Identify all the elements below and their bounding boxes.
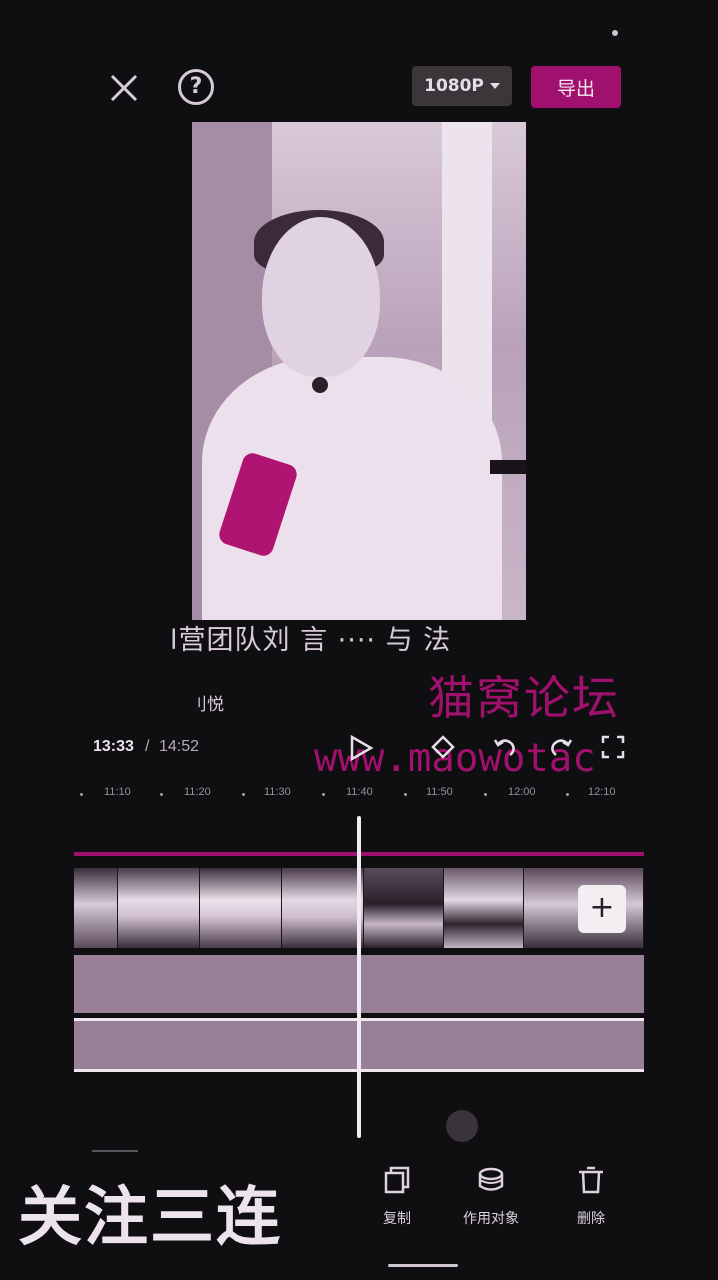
apply-target-button[interactable]: 作用对象 (446, 1160, 536, 1230)
ruler-label: 11:50 (426, 786, 453, 798)
watermark-text: 猫窝论坛 (428, 671, 620, 725)
copy-icon (384, 1166, 410, 1194)
trash-icon (579, 1166, 603, 1194)
clip-thumbnail (74, 868, 118, 948)
undo-button[interactable] (492, 734, 518, 760)
copy-label: 复制 (383, 1211, 411, 1227)
clip-thumbnail (118, 868, 200, 948)
redo-icon (551, 739, 573, 756)
time-ruler[interactable]: 11:10 11:20 11:30 11:40 11:50 12:00 12:1… (74, 786, 644, 806)
scroll-handle[interactable] (446, 1110, 478, 1142)
ruler-label: 11:40 (346, 786, 373, 798)
playhead[interactable] (357, 816, 361, 1138)
play-button[interactable] (348, 734, 374, 762)
caret-down-icon (489, 83, 500, 89)
resolution-select[interactable]: 1080P (412, 66, 512, 106)
ruler-label: 11:20 (184, 786, 211, 798)
play-icon (350, 734, 374, 762)
close-button[interactable] (106, 70, 142, 106)
layers-icon (478, 1167, 504, 1191)
keyframe-button[interactable] (430, 734, 456, 760)
close-icon (110, 74, 138, 102)
total-time: 14:52 (159, 738, 200, 755)
follow-banner: 关注三连 (18, 1181, 282, 1255)
ruler-label: 11:10 (104, 786, 131, 798)
video-subtitle: l营团队刘 言 ···· 与 法 (170, 625, 452, 656)
clip-thumbnail (364, 868, 444, 948)
copy-button[interactable]: 复制 (352, 1160, 442, 1230)
clip-thumbnail (282, 868, 364, 948)
undo-icon (493, 739, 515, 756)
resolution-value: 1080P (424, 76, 484, 96)
delete-label: 删除 (577, 1211, 605, 1227)
ruler-label: 12:00 (508, 786, 536, 798)
home-indicator[interactable] (388, 1264, 458, 1267)
ruler-label: 11:30 (264, 786, 291, 798)
fullscreen-button[interactable] (600, 734, 626, 760)
add-clip-button[interactable]: + (578, 885, 626, 933)
export-button[interactable]: 导出 (531, 66, 621, 108)
video-preview[interactable] (192, 122, 526, 620)
delete-button[interactable]: 删除 (546, 1160, 636, 1230)
status-dot (612, 30, 618, 36)
keyframe-icon (431, 735, 455, 759)
clip-thumbnail (444, 868, 524, 948)
clip-thumbnail (200, 868, 282, 948)
ruler-label: 12:10 (588, 786, 616, 798)
fullscreen-icon (601, 735, 625, 759)
apply-target-label: 作用对象 (463, 1211, 519, 1227)
help-button[interactable]: ? (178, 69, 214, 105)
help-icon: ? (189, 74, 203, 99)
time-separator: / (145, 738, 150, 755)
divider (92, 1150, 138, 1152)
current-time: 13:33 (93, 738, 134, 755)
video-subtitle-secondary: 刂悦 (190, 695, 224, 715)
redo-button[interactable] (548, 734, 574, 760)
